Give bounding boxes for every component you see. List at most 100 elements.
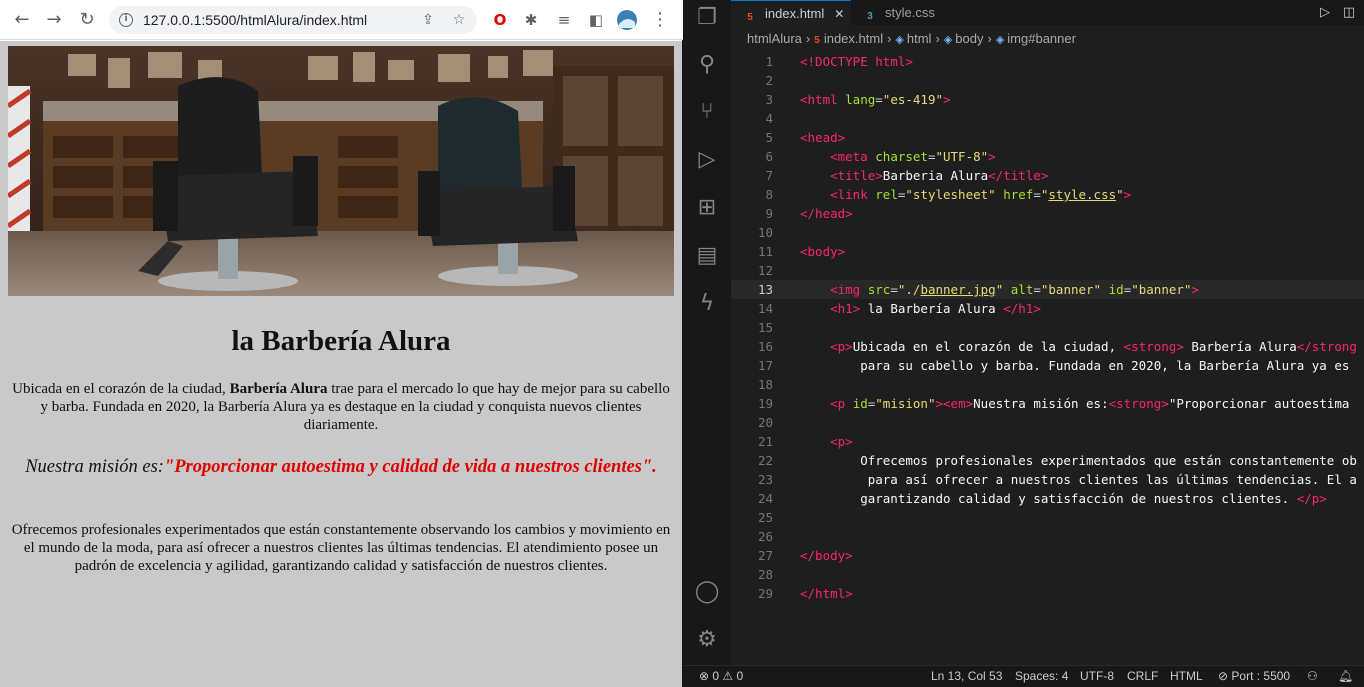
- code-text: <h1> la Barbería Alura </h1>: [830, 301, 1041, 316]
- extensions-icon[interactable]: ⊞: [693, 194, 721, 222]
- status-bar: ⊗ 0 ⚠ 0 Ln 13, Col 53 Spaces: 4 UTF-8 CR…: [683, 665, 1364, 687]
- reload-icon[interactable]: ↻: [75, 8, 99, 32]
- problems-indicator[interactable]: ⊗ 0 ⚠ 0: [699, 669, 743, 683]
- profile-avatar[interactable]: [616, 9, 638, 31]
- media-queue-icon[interactable]: ≡: [553, 9, 575, 31]
- line-number: 1: [765, 54, 773, 69]
- address-bar[interactable]: i 127.0.0.1:5500/htmlAlura/index.html ⇪ …: [109, 6, 477, 34]
- line-number: 5: [765, 130, 773, 145]
- code-line[interactable]: 16 <p>Ubicada en el corazón de la ciudad…: [731, 337, 1364, 356]
- menu-kebab-icon[interactable]: ⋮: [649, 9, 671, 31]
- close-tab-icon[interactable]: ✕: [834, 7, 844, 21]
- code-text: <head>: [800, 130, 846, 145]
- code-text: </html>: [800, 586, 853, 601]
- code-text: <p>: [830, 434, 853, 449]
- editor-tabs: 5index.html✕ 3style.css ▷ ◫ ⋯: [731, 0, 1364, 25]
- code-line[interactable]: 14 <h1> la Barbería Alura </h1>: [731, 299, 1364, 318]
- url-text[interactable]: 127.0.0.1:5500/htmlAlura/index.html: [143, 12, 367, 28]
- share-icon[interactable]: ⇪: [418, 10, 438, 30]
- code-line[interactable]: 22 Ofrecemos profesionales experimentado…: [731, 451, 1364, 470]
- live-server-port[interactable]: ⊘ Port : 5500: [1218, 669, 1290, 683]
- back-arrow-icon[interactable]: ←: [10, 8, 34, 32]
- breadcrumb-file[interactable]: index.html: [824, 31, 883, 46]
- tab-index-html[interactable]: 5 index.html ✕: [731, 0, 851, 25]
- symbol-element-icon: ◈: [995, 34, 1005, 46]
- code-line[interactable]: 11 <body>: [731, 242, 1364, 261]
- breadcrumb-html[interactable]: html: [907, 31, 932, 46]
- breadcrumb-img[interactable]: img#banner: [1007, 31, 1076, 46]
- code-line[interactable]: 18: [731, 375, 1364, 394]
- code-line[interactable]: 19 <p id="mision"><em>Nuestra misión es:…: [731, 394, 1364, 413]
- line-number: 24: [757, 491, 773, 506]
- notifications-bell-icon[interactable]: 🔔︎: [1338, 669, 1353, 683]
- code-line[interactable]: 4: [731, 109, 1364, 128]
- lightning-icon[interactable]: ϟ: [693, 290, 721, 318]
- indentation[interactable]: Spaces: 4: [1015, 669, 1068, 683]
- accounts-icon[interactable]: ◯: [693, 578, 721, 606]
- code-line[interactable]: 1 <!DOCTYPE html>: [731, 52, 1364, 71]
- remote-explorer-icon[interactable]: ▤: [693, 242, 721, 270]
- settings-gear-icon[interactable]: ⚙: [693, 626, 721, 654]
- code-line[interactable]: 8 <link rel="stylesheet" href="style.css…: [731, 185, 1364, 204]
- breadcrumb-body[interactable]: body: [955, 31, 983, 46]
- breadcrumb-folder[interactable]: htmlAlura: [747, 31, 802, 46]
- explorer-files-icon[interactable]: ❐: [693, 4, 721, 32]
- vscode-window: ❐ ⚲ ⑂ ▷ ⊞ ▤ ϟ ◯ ⚙ 5 index.html ✕ 3 style.cs…: [683, 0, 1364, 687]
- code-line[interactable]: 25: [731, 508, 1364, 527]
- code-line[interactable]: 26: [731, 527, 1364, 546]
- port-label: Port : 5500: [1231, 669, 1291, 683]
- code-line[interactable]: 24 garantizando calidad y satisfacción d…: [731, 489, 1364, 508]
- encoding[interactable]: UTF-8: [1080, 669, 1114, 683]
- code-line[interactable]: 5 <head>: [731, 128, 1364, 147]
- line-number: 3: [765, 92, 773, 107]
- line-number: 27: [757, 548, 773, 563]
- end-of-line[interactable]: CRLF: [1127, 669, 1158, 683]
- line-number: 4: [765, 111, 773, 126]
- code-text: <link rel="stylesheet" href="style.css">: [830, 187, 1132, 202]
- line-number: 7: [765, 168, 773, 183]
- code-line[interactable]: 3 <html lang="es-419">: [731, 90, 1364, 109]
- code-line[interactable]: 20: [731, 413, 1364, 432]
- line-number: 22: [757, 453, 773, 468]
- extensions-puzzle-icon[interactable]: ✱: [520, 9, 542, 31]
- language-mode[interactable]: HTML: [1170, 669, 1203, 683]
- error-count: 0: [712, 669, 720, 683]
- code-line[interactable]: 2: [731, 71, 1364, 90]
- code-line[interactable]: 29 </html>: [731, 584, 1364, 603]
- split-editor-icon[interactable]: ◫: [1339, 3, 1359, 23]
- code-line[interactable]: 7 <title>Barberia Alura</title>: [731, 166, 1364, 185]
- code-line[interactable]: 21 <p>: [731, 432, 1364, 451]
- code-editor[interactable]: 1 <!DOCTYPE html> 2 3 <html lang="es-419"> 4 5…: [731, 50, 1364, 665]
- code-text: Ofrecemos profesionales experimentados q…: [800, 453, 1357, 468]
- code-line[interactable]: 23 para así ofrecer a nuestros clientes …: [731, 470, 1364, 489]
- code-line[interactable]: 15: [731, 318, 1364, 337]
- code-line[interactable]: 28: [731, 565, 1364, 584]
- side-panel-icon[interactable]: ◧: [585, 9, 607, 31]
- code-line[interactable]: 27 </body>: [731, 546, 1364, 565]
- tab-style-css[interactable]: 3 style.css: [851, 0, 961, 25]
- run-play-icon[interactable]: ▷: [1315, 3, 1335, 23]
- services-paragraph: Ofrecemos profesionales experimentados q…: [11, 522, 671, 574]
- search-icon[interactable]: ⚲: [693, 51, 721, 79]
- intro-strong-name: Barbería Alura: [229, 381, 328, 397]
- tab-label: index.html: [765, 6, 825, 21]
- run-debug-icon[interactable]: ▷: [693, 146, 721, 174]
- line-number: 29: [757, 586, 773, 601]
- code-line[interactable]: 9 </head>: [731, 204, 1364, 223]
- code-line[interactable]: 6 <meta charset="UTF-8">: [731, 147, 1364, 166]
- line-number: 25: [757, 510, 773, 525]
- code-line[interactable]: 12: [731, 261, 1364, 280]
- feedback-icon[interactable]: ⚇: [1307, 669, 1318, 683]
- cursor-position[interactable]: Ln 13, Col 53: [931, 669, 1002, 683]
- forward-arrow-icon[interactable]: →: [42, 8, 66, 32]
- breadcrumb: htmlAlura › 5 index.html › ◈ html › ◈ body › ◈ img#b…: [747, 31, 1076, 46]
- site-info-icon[interactable]: i: [119, 13, 133, 27]
- bookmark-star-icon[interactable]: ☆: [449, 10, 469, 30]
- code-line[interactable]: 17 para su cabello y barba. Fundada en 2…: [731, 356, 1364, 375]
- source-control-icon[interactable]: ⑂: [693, 98, 721, 126]
- code-line[interactable]: 13 <img src="./banner.jpg" alt="banner" …: [731, 280, 1364, 299]
- opera-extension-icon[interactable]: O: [489, 9, 511, 31]
- line-number: 17: [757, 358, 773, 373]
- line-number: 23: [757, 472, 773, 487]
- code-line[interactable]: 10: [731, 223, 1364, 242]
